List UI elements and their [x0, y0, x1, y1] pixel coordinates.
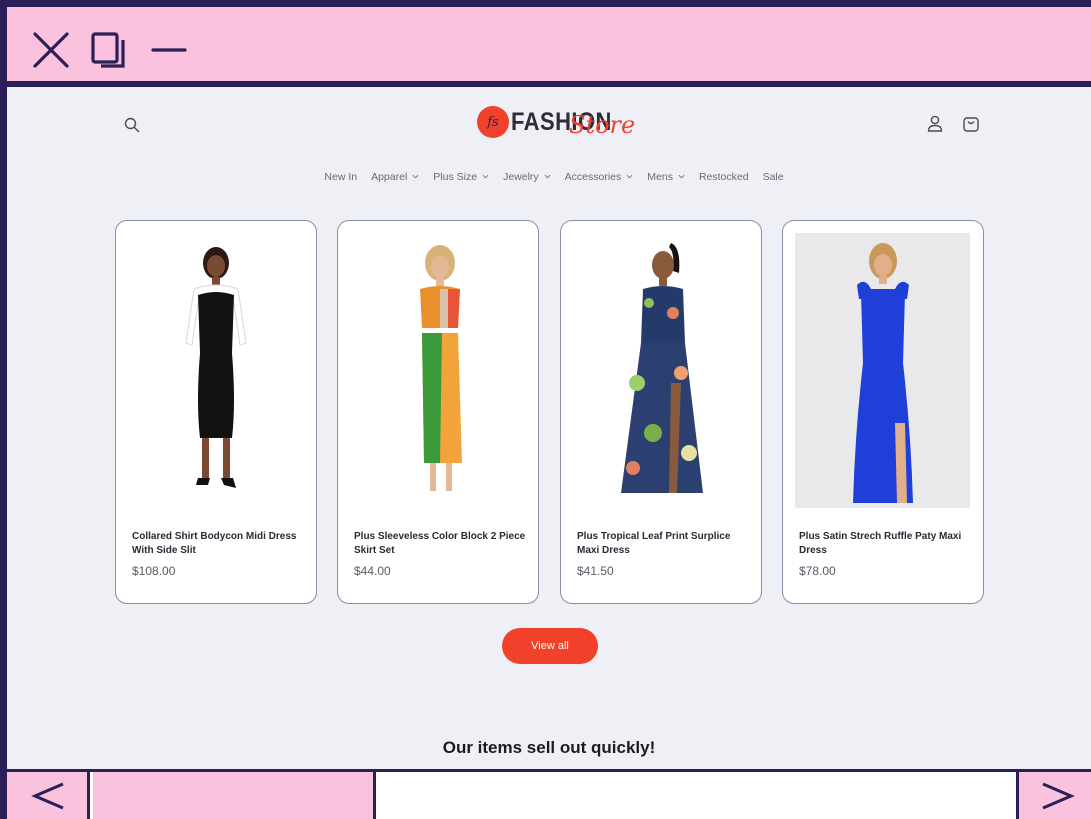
- window-titlebar: [7, 7, 1091, 84]
- product-card[interactable]: Plus Satin Strech Ruffle Paty Maxi Dress…: [782, 220, 984, 604]
- product-title[interactable]: Plus Satin Strech Ruffle Paty Maxi Dress: [799, 530, 977, 558]
- chevron-right-icon: [1042, 782, 1075, 810]
- minimize-icon[interactable]: [149, 30, 189, 70]
- nav-item-new-in[interactable]: New In: [324, 171, 357, 183]
- close-icon[interactable]: [31, 30, 71, 70]
- nav-item-mens[interactable]: Mens: [647, 171, 685, 183]
- product-title[interactable]: Plus Sleeveless Color Block 2 Piece Skir…: [354, 530, 532, 558]
- cart-icon[interactable]: [960, 113, 982, 135]
- nav-label: Plus Size: [433, 171, 478, 183]
- store-header: fs FASHION Store: [7, 87, 1091, 157]
- nav-item-jewelry[interactable]: Jewelry: [503, 171, 551, 183]
- product-image[interactable]: [795, 233, 970, 508]
- nav-label: Jewelry: [503, 171, 539, 183]
- nav-label: Mens: [647, 171, 673, 183]
- product-title[interactable]: Plus Tropical Leaf Print Surplice Maxi D…: [577, 530, 755, 558]
- restore-icon[interactable]: [89, 30, 129, 70]
- product-image[interactable]: [350, 233, 525, 508]
- product-price: $78.00: [799, 564, 836, 578]
- chevron-down-icon: [544, 174, 551, 178]
- chevron-down-icon: [412, 174, 419, 178]
- app-frame: fs FASHION Store New In Apparel Plus Siz…: [0, 0, 1091, 819]
- account-icon[interactable]: [924, 113, 946, 135]
- chevron-down-icon: [626, 174, 633, 178]
- product-price: $41.50: [577, 564, 614, 578]
- nav-item-sale[interactable]: Sale: [763, 171, 784, 183]
- chevron-down-icon: [482, 174, 489, 178]
- nav-label: Restocked: [698, 171, 749, 183]
- product-price: $44.00: [354, 564, 391, 578]
- section-heading: Our items sell out quickly!: [442, 738, 656, 757]
- product-card[interactable]: Plus Sleeveless Color Block 2 Piece Skir…: [337, 220, 539, 604]
- address-bar[interactable]: [379, 772, 1016, 819]
- nav-item-apparel[interactable]: Apparel: [371, 171, 419, 183]
- search-icon[interactable]: [122, 115, 142, 135]
- browser-bottombar: [7, 769, 1091, 819]
- nav-label: Apparel: [371, 171, 408, 183]
- product-card[interactable]: Plus Tropical Leaf Print Surplice Maxi D…: [560, 220, 762, 604]
- nav-label: Sale: [762, 171, 784, 183]
- forward-button[interactable]: [1016, 772, 1091, 819]
- chevron-left-icon: [31, 782, 64, 810]
- page-viewport: fs FASHION Store New In Apparel Plus Siz…: [7, 87, 1091, 769]
- product-grid: Collared Shirt Bodycon Midi Dress With S…: [115, 220, 985, 605]
- logo-script: Store: [569, 111, 636, 139]
- logo-mark: fs: [477, 106, 509, 138]
- nav-label: Accessories: [564, 171, 622, 183]
- nav-label: New In: [324, 171, 358, 183]
- product-title[interactable]: Collared Shirt Bodycon Midi Dress With S…: [132, 530, 310, 558]
- main-nav: New In Apparel Plus Size Jewelry Accesso…: [7, 167, 1091, 187]
- back-button[interactable]: [7, 772, 90, 819]
- nav-item-accessories[interactable]: Accessories: [565, 171, 634, 183]
- product-price: $108.00: [132, 564, 176, 578]
- store-logo[interactable]: fs FASHION Store: [477, 105, 635, 139]
- nav-item-restocked[interactable]: Restocked: [699, 171, 749, 183]
- view-all-button[interactable]: View all: [502, 628, 598, 664]
- product-image[interactable]: [128, 233, 303, 508]
- active-tab[interactable]: [93, 772, 376, 819]
- nav-item-plus-size[interactable]: Plus Size: [433, 171, 489, 183]
- chevron-down-icon: [678, 174, 685, 178]
- product-image[interactable]: [573, 233, 748, 508]
- product-card[interactable]: Collared Shirt Bodycon Midi Dress With S…: [115, 220, 317, 604]
